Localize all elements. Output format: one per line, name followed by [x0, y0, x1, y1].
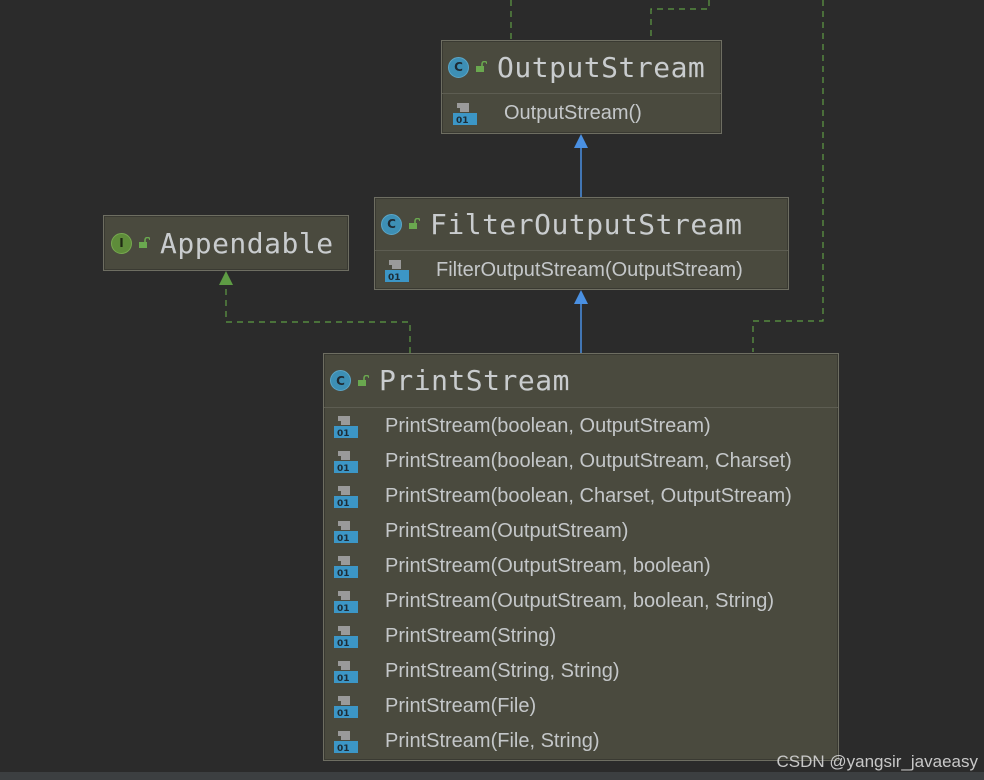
constructor-icon: 01 [334, 555, 358, 578]
unlocked-public-icon [139, 237, 150, 248]
constructor-icon: 01 [334, 590, 358, 613]
constructor-label: PrintStream(boolean, OutputStream, Chars… [385, 450, 792, 472]
watermark: CSDN @yangsir_javaeasy [776, 752, 978, 771]
constructor-row[interactable]: 01 PrintStream(String) [334, 619, 838, 654]
unlocked-public-icon [476, 61, 487, 72]
node-title: Appendable [160, 226, 334, 260]
svg-text:01: 01 [337, 534, 350, 543]
constructor-row[interactable]: 01 PrintStream(OutputStream) [334, 514, 838, 549]
constructor-row[interactable]: 01 PrintStream(boolean, Charset, OutputSt… [334, 479, 838, 514]
constructor-icon: 01 [334, 625, 358, 648]
constructor-label: PrintStream(String, String) [385, 660, 620, 682]
constructor-row[interactable]: 01 PrintStream(boolean, OutputStream) [334, 409, 838, 444]
dashed-connector-right [752, 0, 824, 352]
svg-text:01: 01 [337, 429, 350, 438]
member-list: 01 PrintStream(boolean, OutputStream) 01 Pr… [324, 408, 838, 759]
implements-arrowhead-appendable [219, 271, 233, 285]
svg-text:01: 01 [337, 604, 350, 613]
class-c-icon: C [330, 370, 351, 391]
constructor-icon: 01 [453, 102, 477, 125]
constructor-label: PrintStream(boolean, OutputStream) [385, 415, 711, 437]
constructor-label: OutputStream() [504, 102, 642, 124]
unlocked-public-icon [409, 218, 420, 229]
constructor-row[interactable]: 01 PrintStream(boolean, OutputStream, Cha… [334, 444, 838, 479]
dashed-connector-top-mid [650, 0, 710, 40]
node-header: I Appendable [104, 216, 348, 270]
svg-text:01: 01 [388, 273, 401, 282]
constructor-row[interactable]: 01 PrintStream(String, String) [334, 654, 838, 689]
node-title: PrintStream [379, 364, 570, 397]
svg-text:01: 01 [456, 116, 469, 125]
constructor-label: PrintStream(OutputStream, boolean, Strin… [385, 590, 775, 612]
svg-text:01: 01 [337, 569, 350, 578]
svg-text:01: 01 [337, 674, 350, 683]
constructor-label: PrintStream(boolean, Charset, OutputStre… [385, 485, 792, 507]
extends-arrowhead-output [574, 134, 588, 148]
constructor-label: PrintStream(OutputStream, boolean) [385, 555, 711, 577]
unlocked-public-icon [358, 374, 369, 386]
constructor-icon: 01 [334, 660, 358, 683]
member-list: 01 FilterOutputStream(OutputStream) [375, 251, 788, 288]
svg-text:01: 01 [337, 499, 350, 508]
svg-text:01: 01 [337, 744, 350, 753]
constructor-icon: 01 [334, 415, 358, 438]
constructor-row[interactable]: 01 FilterOutputStream(OutputStream) [385, 253, 788, 288]
constructor-row[interactable]: 01 PrintStream(File, String) [334, 724, 838, 759]
constructor-icon: 01 [334, 730, 358, 753]
constructor-row[interactable]: 01 PrintStream(OutputStream, boolean) [334, 549, 838, 584]
constructor-label: PrintStream(String) [385, 625, 557, 647]
class-node-filteroutputstream[interactable]: C FilterOutputStream 01 FilterOutputStre… [374, 197, 789, 290]
node-title: FilterOutputStream [430, 207, 743, 241]
node-header: C FilterOutputStream [375, 198, 788, 251]
constructor-icon: 01 [334, 485, 358, 508]
constructor-icon: 01 [334, 520, 358, 543]
class-node-printstream[interactable]: C PrintStream 01 PrintStream(boolean, Out… [323, 353, 839, 761]
node-header: C OutputStream [442, 41, 721, 94]
constructor-row[interactable]: 01 PrintStream(File) [334, 689, 838, 724]
constructor-icon: 01 [385, 259, 409, 282]
interface-i-icon: I [111, 232, 132, 254]
bottom-bar [0, 772, 984, 780]
node-header: C PrintStream [324, 354, 838, 408]
implements-line-print-to-appendable [225, 284, 411, 353]
class-node-outputstream[interactable]: C OutputStream 01 OutputStream() [441, 40, 722, 134]
constructor-row[interactable]: 01 PrintStream(OutputStream, boolean, Str… [334, 584, 838, 619]
class-c-icon: C [381, 213, 402, 235]
member-list: 01 OutputStream() [442, 94, 721, 131]
extends-arrowhead-filter [574, 290, 588, 304]
node-title: OutputStream [497, 50, 706, 84]
interface-node-appendable[interactable]: I Appendable [103, 215, 349, 271]
class-c-icon: C [448, 56, 469, 78]
svg-text:01: 01 [337, 639, 350, 648]
constructor-row[interactable]: 01 OutputStream() [453, 96, 721, 131]
constructor-label: PrintStream(File, String) [385, 730, 600, 752]
constructor-label: PrintStream(OutputStream) [385, 520, 629, 542]
constructor-icon: 01 [334, 695, 358, 718]
svg-text:01: 01 [337, 464, 350, 473]
constructor-label: FilterOutputStream(OutputStream) [436, 259, 743, 281]
constructor-icon: 01 [334, 450, 358, 473]
constructor-label: PrintStream(File) [385, 695, 537, 717]
svg-text:01: 01 [337, 709, 350, 718]
